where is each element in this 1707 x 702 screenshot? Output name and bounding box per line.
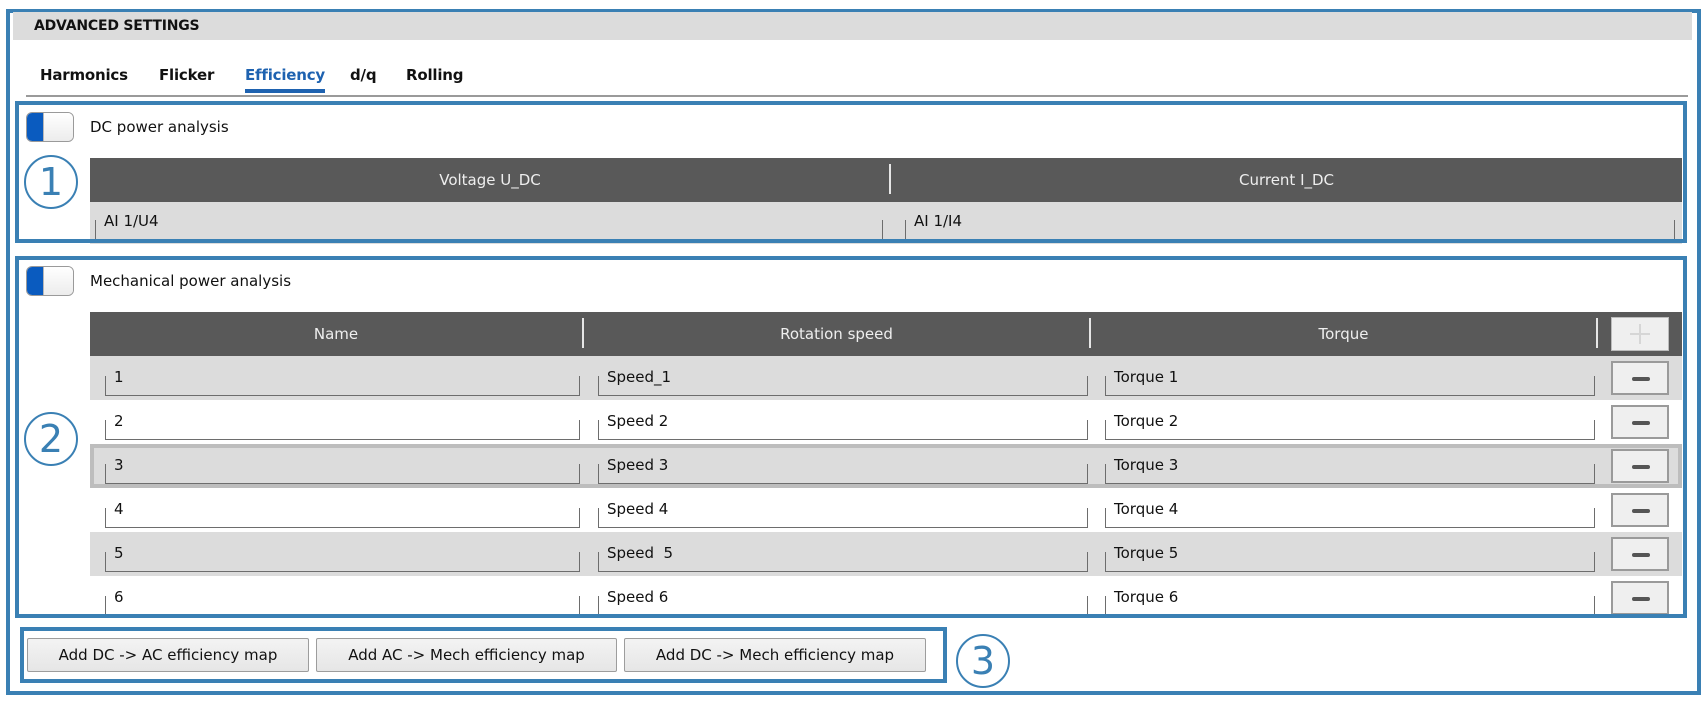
annotation-frame-3: [20, 627, 947, 683]
tab-flicker[interactable]: Flicker: [159, 66, 214, 84]
tab-efficiency[interactable]: Efficiency: [245, 66, 325, 93]
tab-rolling[interactable]: Rolling: [406, 66, 463, 84]
callout-2: 2: [24, 412, 78, 466]
annotation-frame-2: [15, 256, 1687, 618]
panel-title: ADVANCED SETTINGS: [34, 18, 200, 34]
panel-title-bar: ADVANCED SETTINGS: [13, 12, 1692, 40]
callout-3: 3: [956, 634, 1010, 688]
tab-divider: [26, 95, 1688, 97]
annotation-frame-1: [15, 101, 1687, 243]
tab-harmonics[interactable]: Harmonics: [40, 66, 128, 84]
callout-1: 1: [24, 155, 78, 209]
tab-dq[interactable]: d/q: [350, 66, 377, 84]
